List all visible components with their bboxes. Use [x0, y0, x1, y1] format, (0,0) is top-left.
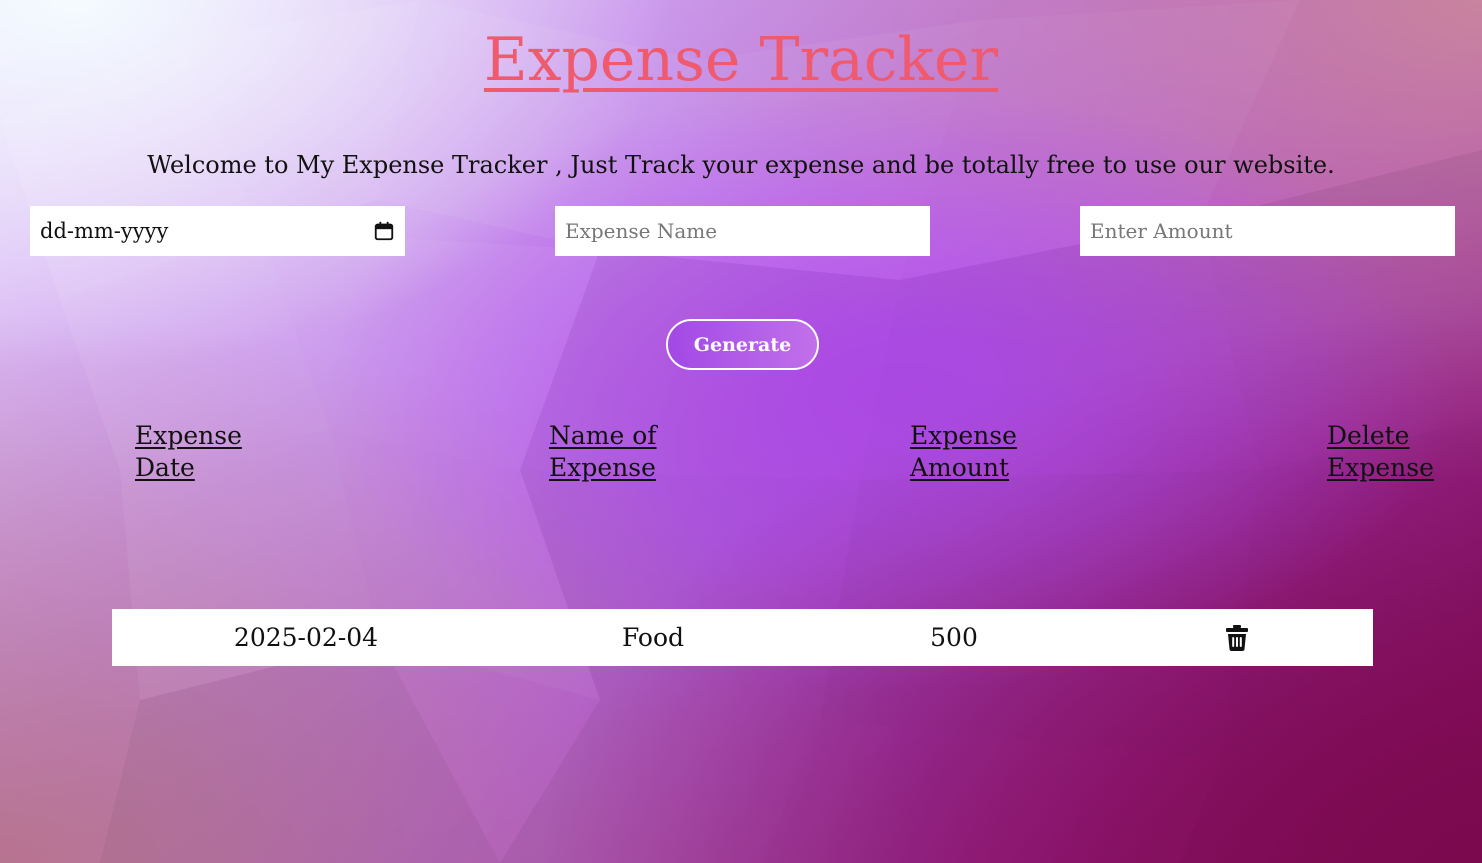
- date-field[interactable]: dd-mm-yyyy: [30, 206, 405, 256]
- column-header-amount: Expense Amount: [910, 421, 1017, 482]
- amount-field[interactable]: [1080, 206, 1455, 256]
- column-header-date: Expense Date: [135, 421, 242, 482]
- calendar-icon[interactable]: [373, 220, 395, 242]
- column-header-name: Name of Expense: [549, 421, 657, 482]
- generate-button[interactable]: Generate: [666, 319, 819, 370]
- page-title: Expense Tracker: [483, 25, 999, 95]
- expense-name-input[interactable]: [565, 219, 920, 243]
- row-date: 2025-02-04: [233, 623, 379, 652]
- column-header-delete: Delete Expense: [1327, 421, 1434, 482]
- date-placeholder: dd-mm-yyyy: [40, 219, 169, 243]
- trash-icon[interactable]: [1226, 625, 1248, 651]
- amount-input[interactable]: [1090, 219, 1445, 243]
- table-row: 2025-02-04 Food 500: [112, 609, 1373, 666]
- row-amount: 500: [930, 623, 978, 652]
- welcome-text: Welcome to My Expense Tracker , Just Tra…: [147, 151, 1335, 179]
- expense-name-field[interactable]: [555, 206, 930, 256]
- row-name: Food: [621, 623, 685, 652]
